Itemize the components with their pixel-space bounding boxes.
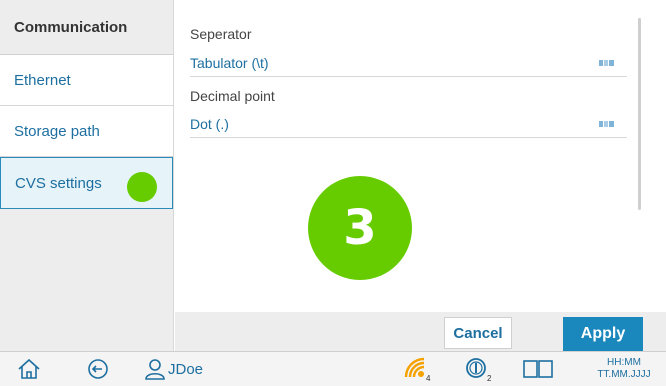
info-count: 2 <box>487 374 492 383</box>
signal-count: 4 <box>426 374 431 383</box>
sidebar-item-ethernet[interactable]: Ethernet <box>0 55 173 106</box>
home-icon[interactable] <box>16 357 42 381</box>
username[interactable]: JDoe <box>168 361 203 378</box>
cancel-button[interactable]: Cancel <box>444 317 512 349</box>
step-number-badge: 3 <box>308 176 412 280</box>
scrollbar[interactable] <box>638 18 641 210</box>
sidebar-item-storage-path[interactable]: Storage path <box>0 106 173 157</box>
decimal-point-select[interactable]: Dot (.) <box>190 110 627 138</box>
date-time: HH:MM TT.MM.JJJJ <box>586 357 662 381</box>
signal-icon[interactable] <box>404 357 426 379</box>
sidebar-item-label: CVS settings <box>15 174 102 192</box>
time-text: HH:MM <box>607 357 641 368</box>
user-icon[interactable] <box>144 357 166 381</box>
main-panel: Seperator Tabulator (\t) Decimal point D… <box>175 0 666 312</box>
sidebar-item-cvs-settings[interactable]: CVS settings <box>0 157 173 209</box>
sidebar: Communication Ethernet Storage path CVS … <box>0 0 174 351</box>
decimal-point-value: Dot (.) <box>190 115 229 132</box>
apply-button[interactable]: Apply <box>563 317 643 351</box>
sidebar-header: Communication <box>0 0 173 55</box>
separator-select[interactable]: Tabulator (\t) <box>190 49 627 77</box>
sidebar-item-label: Ethernet <box>14 71 71 89</box>
date-text: TT.MM.JJJJ <box>597 369 651 380</box>
selected-tag-icon <box>599 120 614 127</box>
book-icon[interactable] <box>522 357 554 381</box>
selected-tag-icon <box>599 59 614 66</box>
logout-icon[interactable] <box>86 357 110 381</box>
info-icon[interactable] <box>465 357 487 379</box>
status-bar: JDoe 4 2 HH:MM TT.MM.JJJJ <box>0 351 666 386</box>
separator-value: Tabulator (\t) <box>190 54 269 71</box>
step-number: 3 <box>343 200 377 256</box>
step-marker-dot <box>127 172 157 202</box>
decimal-point-label: Decimal point <box>190 88 275 104</box>
separator-label: Seperator <box>190 26 252 42</box>
sidebar-item-label: Storage path <box>14 122 100 140</box>
